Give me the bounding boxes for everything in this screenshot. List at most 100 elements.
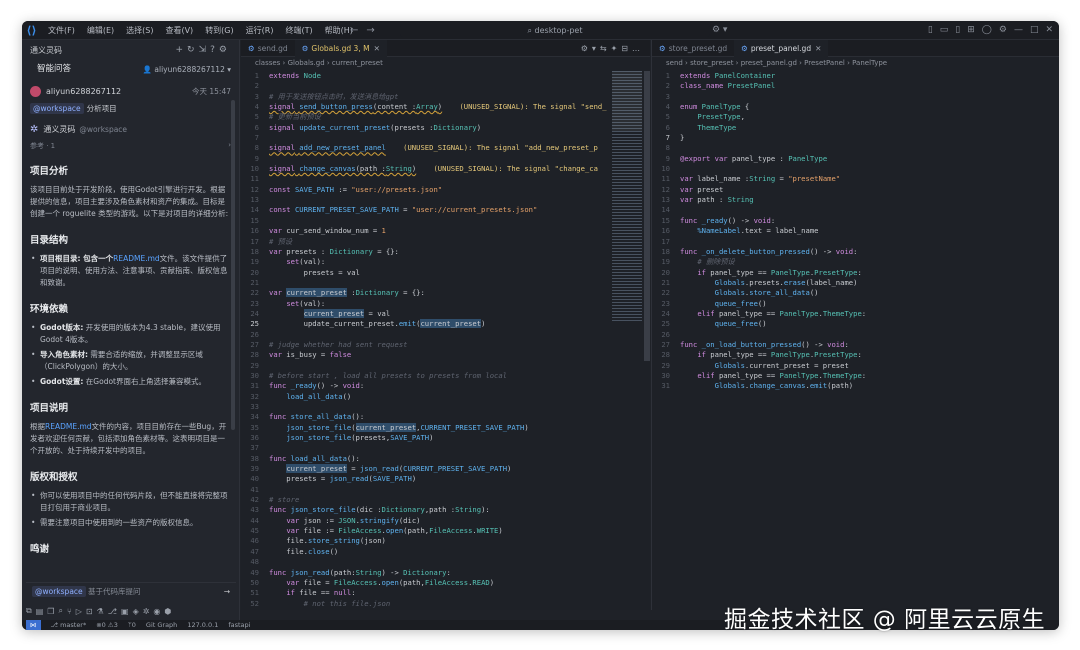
code-line[interactable]: 21 [241,278,650,288]
code-line[interactable]: 23 set(val): [241,299,650,309]
code-line[interactable]: 28 var is_busy = false [241,350,650,360]
more-actions-icon[interactable]: … [632,44,644,53]
test-icon[interactable]: ⚗ [97,607,104,616]
code-line[interactable]: 24 current_preset = val [241,308,650,319]
code-line[interactable]: 47 file.close() [241,547,650,557]
code-area[interactable]: 1 extends Node 2 3 # 用于发送按钮点击时，发送消息给gpt 4 sign… [241,71,650,610]
code-line[interactable]: 29 Globals.current_preset = preset [652,361,1059,371]
remote-icon[interactable]: ⊡ [86,607,93,616]
code-line[interactable]: 13 var path : String [652,195,1059,205]
account-icon[interactable]: ◯ [982,21,992,40]
docker-icon[interactable]: ◈ [133,607,139,616]
user-account[interactable]: 👤 aliyun6288267112 ▾ [143,65,231,74]
code-line[interactable]: 20 if panel_type == PanelType.PresetType… [652,268,1059,278]
package-icon[interactable]: ▣ [121,607,129,616]
new-chat-icon[interactable]: + [176,45,188,55]
code-line[interactable]: 33 [241,402,650,412]
menu-terminal[interactable]: 终端(T) [280,21,317,40]
code-line[interactable]: 21 Globals.presets.erase(label_name) [652,278,1059,288]
code-line[interactable]: 2 class_name PresetPanel [652,81,1059,91]
code-line[interactable]: 9 [241,154,650,164]
code-line[interactable]: 13 [241,195,650,205]
send-icon[interactable]: → [224,587,230,596]
code-line[interactable]: 36 json_store_file(presets,SAVE_PATH) [241,433,650,443]
branch-status[interactable]: ⎇ master* [51,621,87,629]
minimize-icon[interactable]: — [1014,21,1023,40]
account-icon[interactable]: ◉ [153,607,160,616]
code-line[interactable]: 15 func _ready() -> void: [652,216,1059,226]
code-line[interactable]: 27 # judge whether had sent request [241,340,650,350]
problems-status[interactable]: ⊗0 ⚠3 [96,621,118,629]
code-line[interactable]: 8 signal add_new_preset_panel (UNUSED_SIG… [241,143,650,153]
chat-scrollbar[interactable] [231,100,235,430]
menu-edit[interactable]: 编辑(E) [82,21,119,40]
code-line[interactable]: 18 func _on_delete_button_pressed() -> vo… [652,247,1059,257]
code-line[interactable]: 29 [241,361,650,371]
forward-arrow-icon[interactable]: → [366,25,382,36]
code-line[interactable]: 3 [652,92,1059,102]
code-line[interactable]: 35 json_store_file(current_preset,CURREN… [241,422,650,433]
minimap-viewport[interactable] [612,71,642,131]
code-line[interactable]: 5 # 更新当前预设 [241,112,650,122]
code-line[interactable]: 37 [241,443,650,453]
tab-store-preset-gd[interactable]: ⚙ store_preset.gd [652,40,734,57]
breadcrumb[interactable]: send › store_preset › preset_panel.gd › … [652,57,1059,70]
customize-layout-icon[interactable]: ⊞ [967,21,975,40]
ports-status[interactable]: ᛘ0 [128,621,136,629]
code-line[interactable]: 45 var file := FileAccess.open(path,File… [241,526,650,536]
code-line[interactable]: 49 func json_read(path:String) -> Diction… [241,568,650,578]
source-control-icon[interactable]: ⑂ [67,607,72,616]
code-line[interactable]: 11 [241,174,650,184]
tongyi-icon[interactable]: ✲ [143,607,150,616]
remote-indicator-icon[interactable]: ⋈ [26,620,41,630]
tab-preset-panel-gd[interactable]: ⚙ preset_panel.gd ✕ [734,39,829,57]
code-line[interactable]: 53 return {} [241,609,650,610]
code-line[interactable]: 14 [652,205,1059,215]
readme-link[interactable]: README.md [113,254,160,263]
extensions-icon[interactable]: ⧉ [26,606,32,616]
share-icon[interactable]: ⇲ [199,45,211,55]
code-area[interactable]: 1 extends PanelContainer 2 class_name Prese… [652,71,1059,610]
settings-gear-icon[interactable]: ⚙ [999,21,1007,40]
input-workspace-chip[interactable]: @workspace [32,586,86,597]
code-line[interactable]: 48 [241,557,650,567]
code-line[interactable]: 6 signal update_current_preset(presets :D… [241,123,650,133]
code-line[interactable]: 18 var presets : Dictionary = {}: [241,247,650,257]
tab-send-gd[interactable]: ⚙ send.gd [241,40,295,57]
copilot-icon[interactable]: ⚙ ▾ [712,21,727,40]
code-line[interactable]: 27 func _on_load_button_pressed() -> void… [652,340,1059,350]
code-line[interactable]: 10 [652,164,1059,174]
code-line[interactable]: 4 signal send_button_press(content :Array… [241,102,650,112]
toggle-sidebar-icon[interactable]: ▯ [928,21,933,40]
code-line[interactable]: 42 # store [241,495,650,505]
code-line[interactable]: 46 file.store_string(json) [241,536,650,546]
code-line[interactable]: 50 var file = FileAccess.open(path,FileA… [241,578,650,588]
code-line[interactable]: 24 elif panel_type == PanelType.ThemeTyp… [652,309,1059,319]
code-line[interactable]: 23 queue_free() [652,299,1059,309]
toggle-panel-icon[interactable]: ▭ [940,21,949,40]
code-line[interactable]: 19 set(val): [241,257,650,267]
back-arrow-icon[interactable]: ← [350,25,366,36]
pin-icon[interactable]: ✦ [611,44,622,53]
code-line[interactable]: 26 [241,330,650,340]
git-icon[interactable]: ⎇ [108,607,117,616]
tab-smart-qa[interactable]: 智能问答 [30,61,78,78]
code-line[interactable]: 3 # 用于发送按钮点击时，发送消息给gpt [241,92,650,102]
code-line[interactable]: 22 var current_preset :Dictionary = {}: [241,288,650,298]
readme-link[interactable]: README.md [45,422,92,431]
code-line[interactable]: 43 func json_store_file(dic :Dictionary,p… [241,505,650,515]
code-line[interactable]: 16 %NameLabel.text = label_name [652,226,1059,236]
close-tab-icon[interactable]: ✕ [815,44,821,53]
code-line[interactable]: 38 func load_all_data(): [241,454,650,464]
help-icon[interactable]: ? [210,45,219,55]
breadcrumb[interactable]: classes › Globals.gd › current_preset [241,57,650,70]
code-line[interactable]: 12 var preset [652,185,1059,195]
code-line[interactable]: 31 func _ready() -> void: [241,381,650,391]
menu-selection[interactable]: 选择(S) [121,21,158,40]
code-line[interactable]: 20 presets = val [241,268,650,278]
run-icon[interactable]: ⚙▾ [581,44,600,53]
history-icon[interactable]: ↻ [187,45,199,55]
code-line[interactable]: 8 [652,143,1059,153]
close-tab-icon[interactable]: ✕ [374,44,380,53]
split-editor-icon[interactable]: ⊟ [621,44,632,53]
